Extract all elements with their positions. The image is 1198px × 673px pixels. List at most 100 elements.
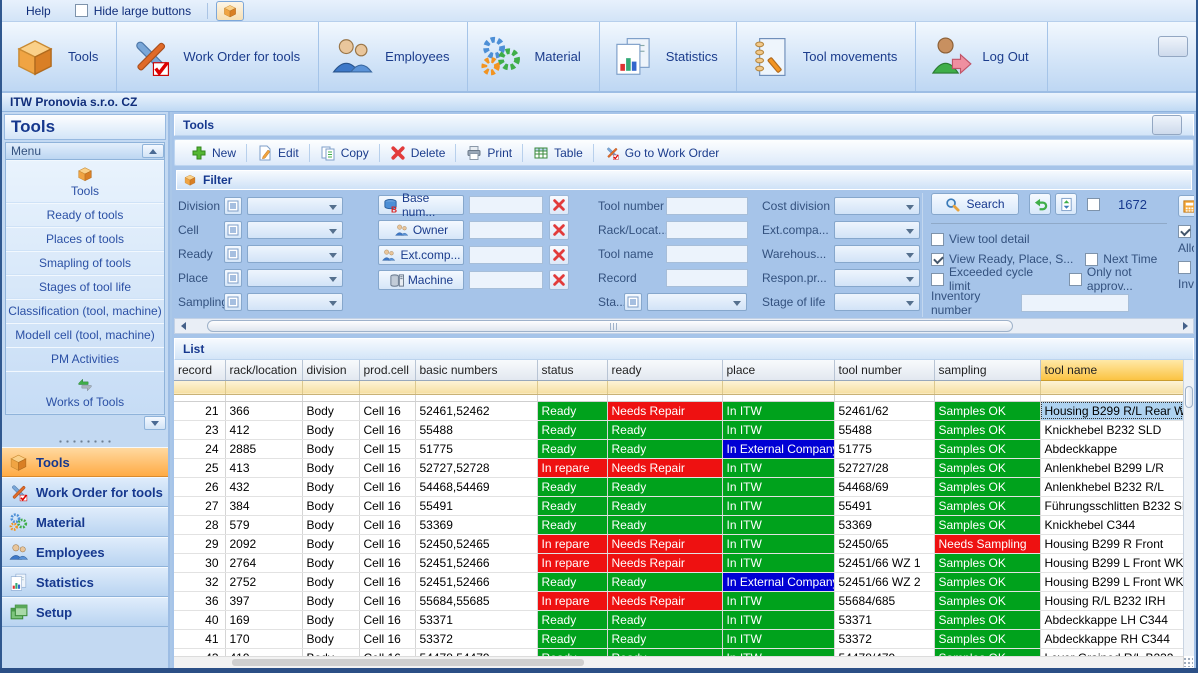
toolbar-button-material[interactable]: Material	[468, 22, 599, 91]
nav-item-statistics[interactable]: Statistics	[2, 567, 168, 597]
cell-prod-cell[interactable]: Cell 16	[359, 553, 415, 572]
owner-button[interactable]: Owner	[378, 220, 464, 240]
cell-place[interactable]: In ITW	[722, 591, 834, 610]
filter-option-view-tool-detail[interactable]: View tool detail	[931, 232, 1180, 246]
cell-division[interactable]: Body	[302, 553, 359, 572]
resize-grip[interactable]	[1183, 657, 1193, 667]
table-horizontal-scrollbar[interactable]	[174, 656, 1183, 668]
cell-basic-numbers[interactable]: 55488	[415, 420, 537, 439]
cell-tool-name[interactable]: Abdeckkappe	[1040, 439, 1183, 458]
cell-prod-cell[interactable]: Cell 16	[359, 534, 415, 553]
cell-rack-location[interactable]: 2752	[225, 572, 302, 591]
cell-tool-number[interactable]: 52451/66 WZ 1	[834, 553, 934, 572]
cell-status[interactable]: Ready	[537, 401, 607, 420]
ext-comp-input[interactable]	[469, 246, 543, 264]
sidebar-menu-header[interactable]: Menu	[5, 142, 165, 160]
cell-basic-numbers[interactable]: 53369	[415, 515, 537, 534]
cell-ready[interactable]: Ready	[607, 515, 722, 534]
help-menu[interactable]: Help	[12, 2, 59, 20]
cell-place[interactable]: In ITW	[722, 477, 834, 496]
cell-record[interactable]: 41	[174, 629, 225, 648]
table-row[interactable]: 25413BodyCell 1652727,52728In repareNeed…	[174, 458, 1183, 477]
list-lookup-button-place[interactable]	[224, 269, 242, 287]
table-row[interactable]: 21366BodyCell 1652461,52462ReadyNeeds Re…	[174, 401, 1183, 420]
filter-cell[interactable]	[1040, 380, 1183, 394]
cell-ready[interactable]: Needs Repair	[607, 553, 722, 572]
cell-basic-numbers[interactable]: 54468,54469	[415, 477, 537, 496]
cell-ready[interactable]: Needs Repair	[607, 534, 722, 553]
filter-cell[interactable]	[174, 380, 225, 394]
exceeded-cycle-limit-checkbox[interactable]	[931, 273, 944, 286]
sampling-combobox[interactable]	[247, 293, 343, 311]
cell-status[interactable]: Ready	[537, 496, 607, 515]
cell-rack-location[interactable]: 2764	[225, 553, 302, 572]
cell-status[interactable]: In repare	[537, 458, 607, 477]
cell-tool-name[interactable]: Abdeckkappe RH C344	[1040, 629, 1183, 648]
cell-prod-cell[interactable]: Cell 16	[359, 572, 415, 591]
cell-prod-cell[interactable]: Cell 16	[359, 477, 415, 496]
cell-rack-location[interactable]: 579	[225, 515, 302, 534]
sta-list-lookup-button[interactable]	[624, 293, 642, 311]
menu-collapse-button[interactable]	[142, 144, 164, 158]
cell-basic-numbers[interactable]: 53371	[415, 610, 537, 629]
action-button-print[interactable]: Print	[456, 142, 522, 163]
vscroll-thumb[interactable]	[1185, 386, 1193, 408]
table-row[interactable]: 41170BodyCell 1653372ReadyReadyIn ITW533…	[174, 629, 1183, 648]
cell-tool-number[interactable]: 53371	[834, 610, 934, 629]
undo-button[interactable]	[1029, 193, 1051, 215]
place-combobox[interactable]	[247, 269, 343, 287]
cell-tool-number[interactable]: 51775	[834, 439, 934, 458]
cell-tool-number[interactable]: 52727/28	[834, 458, 934, 477]
filter-cell[interactable]	[415, 380, 537, 394]
toolbar-button-statistics[interactable]: Statistics	[600, 22, 737, 91]
cell-sampling[interactable]: Samples OK	[934, 591, 1040, 610]
tool-name-input[interactable]	[666, 245, 748, 263]
cell-sampling[interactable]: Samples OK	[934, 477, 1040, 496]
sidebar-item-tools[interactable]: Tools	[6, 160, 164, 203]
cell-place[interactable]: In ITW	[722, 420, 834, 439]
next-time-checkbox[interactable]	[1085, 253, 1098, 266]
filter-option-exceeded-cycle-limit[interactable]: Exceeded cycle limit	[931, 272, 1057, 286]
cell-place[interactable]: In ITW	[722, 401, 834, 420]
column-header-place[interactable]: place	[722, 360, 834, 380]
filter-cell[interactable]	[934, 380, 1040, 394]
sort-button[interactable]	[1055, 193, 1077, 215]
cell-tool-name[interactable]: Abdeckkappe LH C344	[1040, 610, 1183, 629]
sidebar-item-pm-activities[interactable]: PM Activities	[6, 347, 164, 371]
cell-status[interactable]: Ready	[537, 477, 607, 496]
cell-status[interactable]: Ready	[537, 610, 607, 629]
cell-sampling[interactable]: Samples OK	[934, 458, 1040, 477]
nav-item-work-order-for-tools[interactable]: Work Order for tools	[2, 477, 168, 507]
toolbar-corner-button[interactable]	[1158, 36, 1188, 57]
table-row[interactable]: 302764BodyCell 1652451,52466In repareNee…	[174, 553, 1183, 572]
cell-place[interactable]: In ITW	[722, 515, 834, 534]
cell-tool-name[interactable]: Anlenkhebel B232 R/L	[1040, 477, 1183, 496]
filter-cell[interactable]	[722, 380, 834, 394]
record-input[interactable]	[666, 269, 748, 287]
cell-basic-numbers[interactable]: 55684,55685	[415, 591, 537, 610]
cell-record[interactable]: 21	[174, 401, 225, 420]
action-button-copy[interactable]: Copy	[310, 142, 379, 163]
column-header-division[interactable]: division	[302, 360, 359, 380]
allocation-calc-button[interactable]	[1178, 195, 1194, 217]
cell-rack-location[interactable]: 397	[225, 591, 302, 610]
cell-division[interactable]: Body	[302, 572, 359, 591]
tool-number-input[interactable]	[666, 197, 748, 215]
cell-basic-numbers[interactable]: 52451,52466	[415, 572, 537, 591]
cell-division[interactable]: Body	[302, 610, 359, 629]
cell-tool-number[interactable]: 54468/69	[834, 477, 934, 496]
sidebar-item-ready-of-tools[interactable]: Ready of tools	[6, 203, 164, 227]
action-button-new[interactable]: New	[181, 142, 246, 163]
column-header-tool-name[interactable]: tool name	[1040, 360, 1183, 380]
cell-sampling[interactable]: Samples OK	[934, 496, 1040, 515]
filter-option-view-ready-place-s[interactable]: View Ready, Place, S...	[931, 252, 1073, 266]
view-ready-place-s-checkbox[interactable]	[931, 253, 944, 266]
action-button-go-to-work-order[interactable]: Go to Work Order	[594, 142, 729, 163]
cell-tool-name[interactable]: Anlenkhebel B299 L/R	[1040, 458, 1183, 477]
table-row[interactable]: 27384BodyCell 1655491ReadyReadyIn ITW554…	[174, 496, 1183, 515]
menu-scroll-down-button[interactable]	[144, 416, 166, 430]
cell-basic-numbers[interactable]: 51775	[415, 439, 537, 458]
machine-button[interactable]: Machine	[378, 270, 464, 290]
cell-division[interactable]: Body	[302, 591, 359, 610]
stage-of-life-combobox[interactable]	[834, 293, 920, 311]
